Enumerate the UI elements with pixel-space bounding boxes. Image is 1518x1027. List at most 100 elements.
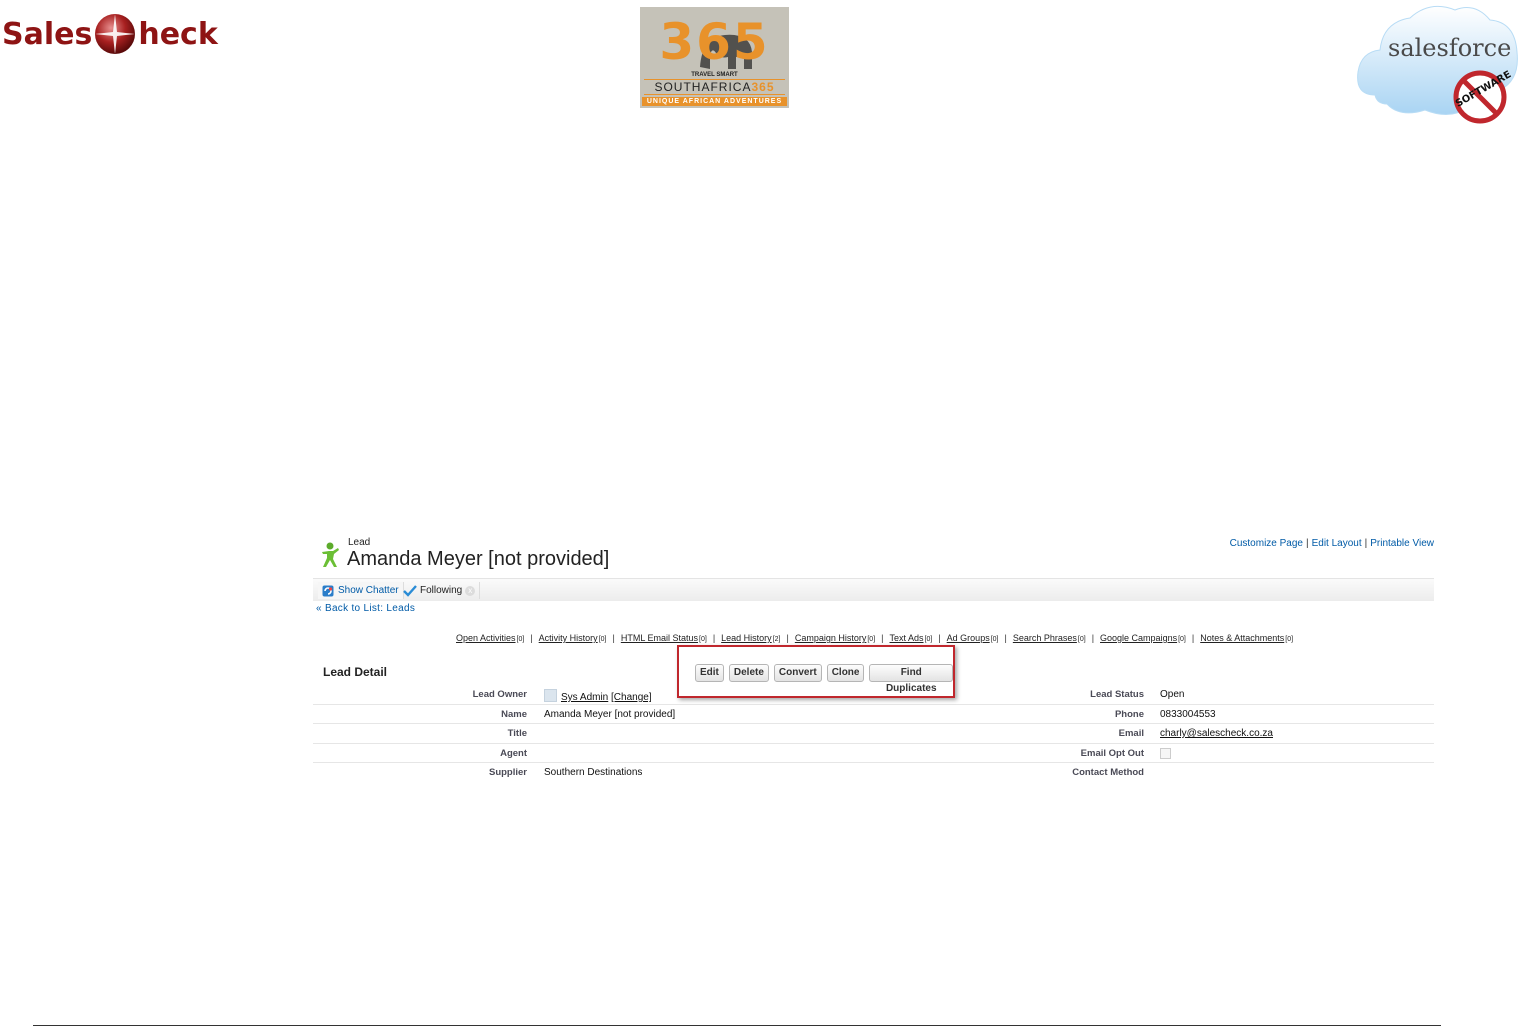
sa365-tagline-bottom: UNIQUE AFRICAN ADVENTURES bbox=[642, 97, 787, 106]
separator: | bbox=[1364, 538, 1368, 549]
sa365-name-prefix: SOUTHAFRICA bbox=[654, 80, 752, 94]
related-link-campaign-history[interactable]: Campaign History bbox=[795, 633, 867, 643]
related-count: [0] bbox=[924, 636, 933, 643]
show-chatter-button[interactable]: Show Chatter bbox=[318, 582, 404, 599]
related-count: [0] bbox=[516, 636, 525, 643]
related-count: [0] bbox=[1077, 636, 1086, 643]
lead-person-icon bbox=[322, 542, 339, 567]
record-title: Amanda Meyer [not provided] bbox=[347, 548, 610, 570]
related-count: [0] bbox=[598, 636, 607, 643]
related-link-search-phrases[interactable]: Search Phrases bbox=[1013, 633, 1077, 643]
lead-detail-fields: Lead Owner Sys Admin [Change] Lead Statu… bbox=[313, 685, 1434, 782]
phone-label: Phone bbox=[1114, 708, 1144, 720]
supplier-value: Southern Destinations bbox=[544, 767, 643, 778]
back-chevron: « bbox=[316, 603, 322, 614]
related-link-notes-attachments[interactable]: Notes & Attachments bbox=[1200, 633, 1284, 643]
salescheck-logo-text-1: Sales bbox=[2, 16, 93, 52]
convert-button[interactable]: Convert bbox=[773, 664, 822, 682]
edit-button[interactable]: Edit bbox=[695, 664, 724, 682]
sa365-name-suffix: 365 bbox=[751, 80, 775, 94]
footer-divider bbox=[33, 1025, 1441, 1026]
email-opt-out-checkbox bbox=[1160, 747, 1171, 759]
related-link-html-email-status[interactable]: HTML Email Status bbox=[621, 633, 698, 643]
sa365-name: SOUTHAFRICA365 bbox=[644, 79, 785, 95]
user-avatar-icon bbox=[544, 689, 557, 702]
lead-owner-value: Sys Admin [Change] bbox=[544, 689, 652, 703]
supplier-label: Supplier bbox=[488, 767, 527, 778]
clone-button[interactable]: Clone bbox=[826, 664, 865, 682]
agent-label: Agent bbox=[500, 747, 527, 759]
lead-status-label: Lead Status bbox=[1090, 689, 1144, 700]
delete-button[interactable]: Delete bbox=[728, 664, 769, 682]
following-toggle[interactable]: Following x bbox=[403, 582, 481, 599]
field-row: Supplier Southern Destinations Contact M… bbox=[313, 763, 1434, 782]
separator: | bbox=[1004, 633, 1007, 643]
change-owner-link[interactable]: [Change] bbox=[611, 692, 652, 703]
salesforce-logo: salesforce SOFTWARE bbox=[1355, 0, 1518, 128]
related-link-text-ads[interactable]: Text Ads bbox=[890, 633, 924, 643]
separator: | bbox=[712, 633, 716, 643]
related-link-google-campaigns[interactable]: Google Campaigns bbox=[1100, 633, 1177, 643]
email-label: Email bbox=[1118, 728, 1144, 739]
sa365-number: 365 bbox=[659, 13, 770, 71]
field-row: Title Email charly@salescheck.co.za bbox=[313, 724, 1434, 744]
sa365-tagline-top: TRAVEL SMART bbox=[691, 72, 738, 78]
lead-owner-label: Lead Owner bbox=[472, 689, 527, 700]
lead-status-value: Open bbox=[1160, 689, 1185, 700]
name-value: Amanda Meyer [not provided] bbox=[544, 708, 676, 720]
related-count: [0] bbox=[990, 636, 999, 643]
salesforce-logo-text: salesforce bbox=[1388, 34, 1512, 62]
name-label: Name bbox=[501, 708, 527, 720]
detail-button-row: Edit Delete Convert Clone Find Duplicate… bbox=[695, 664, 953, 694]
chatter-bar: Show Chatter Following x bbox=[313, 578, 1434, 601]
separator: | bbox=[1305, 538, 1309, 549]
field-row: Agent Email Opt Out bbox=[313, 744, 1434, 763]
related-link-open-activities[interactable]: Open Activities bbox=[456, 633, 516, 643]
lead-record-screenshot: Lead Amanda Meyer [not provided] Customi… bbox=[313, 535, 1434, 785]
contact-method-label: Contact Method bbox=[1072, 767, 1144, 778]
email-value: charly@salescheck.co.za bbox=[1160, 728, 1273, 739]
customize-page-link[interactable]: Customize Page bbox=[1230, 538, 1303, 549]
lead-detail-heading: Lead Detail bbox=[323, 665, 388, 679]
related-list-links: Open Activities[0] | Activity History[0] | H… bbox=[456, 633, 1293, 643]
salescheck-logo: Sales heck bbox=[2, 12, 218, 56]
title-label: Title bbox=[507, 728, 527, 739]
related-link-activity-history[interactable]: Activity History bbox=[539, 633, 598, 643]
button-highlight-box: Edit Delete Convert Clone Find Duplicate… bbox=[677, 645, 955, 698]
show-chatter-label: Show Chatter bbox=[338, 585, 399, 596]
phone-value: 0833004553 bbox=[1160, 708, 1216, 720]
page-links: Customize Page | Edit Layout | Printable Vie… bbox=[1230, 538, 1434, 549]
email-link[interactable]: charly@salescheck.co.za bbox=[1160, 728, 1273, 739]
separator: | bbox=[612, 633, 615, 643]
related-count: [0] bbox=[1285, 636, 1294, 643]
lead-owner-link[interactable]: Sys Admin bbox=[561, 692, 608, 703]
field-row: Name Amanda Meyer [not provided] Phone 0… bbox=[313, 705, 1434, 724]
back-to-list: « Back to List: Leads bbox=[316, 603, 415, 614]
chatter-icon bbox=[322, 585, 334, 596]
email-opt-out-value bbox=[1160, 747, 1171, 762]
separator: | bbox=[938, 633, 941, 643]
related-count: [0] bbox=[867, 636, 876, 643]
salescheck-logo-text-2: heck bbox=[138, 16, 218, 52]
globe-icon bbox=[95, 14, 136, 54]
following-label: Following bbox=[420, 585, 463, 596]
southafrica365-logo: 365 TRAVEL SMART SOUTHAFRICA365 UNIQUE A… bbox=[640, 7, 789, 108]
related-link-lead-history[interactable]: Lead History bbox=[721, 633, 772, 643]
edit-layout-link[interactable]: Edit Layout bbox=[1312, 538, 1362, 549]
related-count: [0] bbox=[699, 636, 707, 643]
email-opt-out-label: Email Opt Out bbox=[1080, 747, 1144, 759]
back-to-list-link[interactable]: Back to List: Leads bbox=[325, 603, 415, 614]
related-count: [2] bbox=[772, 636, 781, 643]
object-type-label: Lead bbox=[348, 537, 371, 548]
find-duplicates-button[interactable]: Find Duplicates bbox=[869, 664, 953, 694]
separator: | bbox=[881, 633, 884, 643]
separator: | bbox=[1191, 633, 1195, 643]
printable-view-link[interactable]: Printable View bbox=[1370, 538, 1434, 549]
checkmark-icon bbox=[403, 584, 417, 597]
related-count: [0] bbox=[1178, 636, 1186, 643]
related-link-ad-groups[interactable]: Ad Groups bbox=[947, 633, 990, 643]
separator: | bbox=[786, 633, 789, 643]
separator: | bbox=[530, 633, 533, 643]
separator: | bbox=[1091, 633, 1095, 643]
unfollow-close-icon[interactable]: x bbox=[465, 585, 476, 596]
